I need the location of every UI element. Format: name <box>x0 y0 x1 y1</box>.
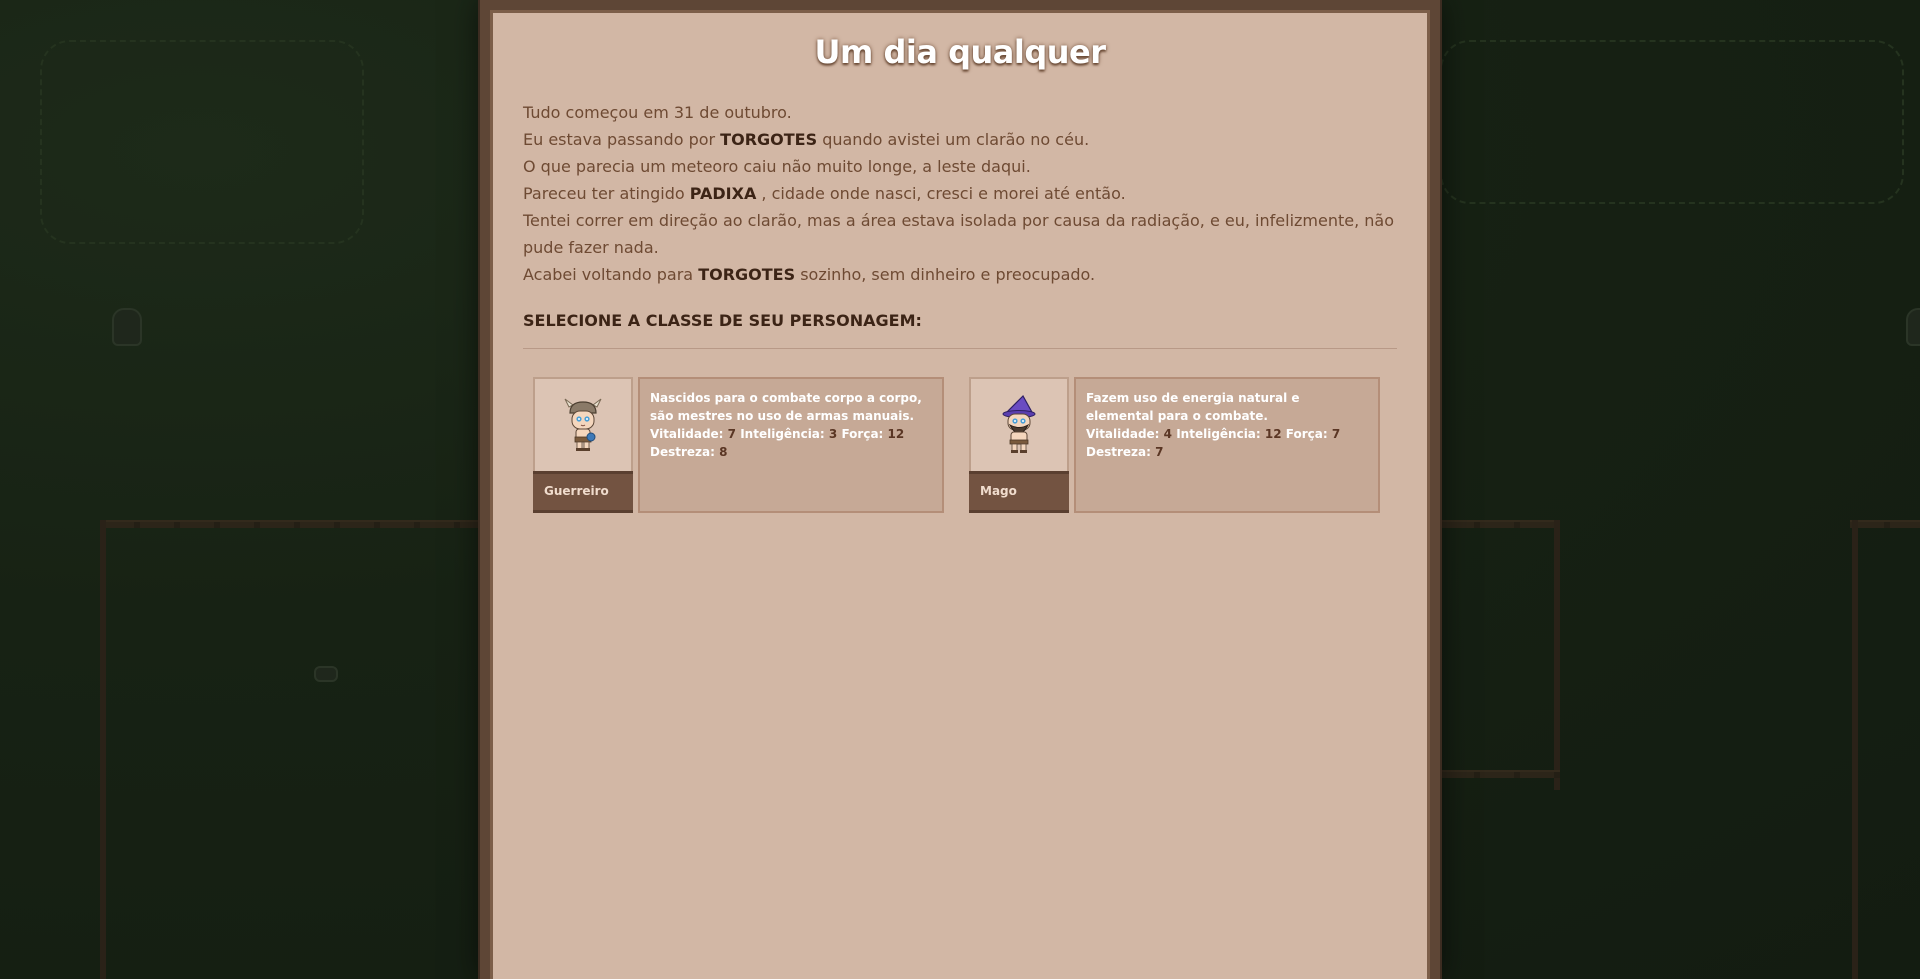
stat-vitality-value: 7 <box>727 427 737 441</box>
stat-intelligence-value: 12 <box>1264 427 1282 441</box>
stat-dexterity-value: 8 <box>719 445 728 459</box>
story-line: Tudo começou em 31 de outubro. <box>523 99 1397 126</box>
npc-figure <box>1906 308 1920 346</box>
select-class-heading: SELECIONE A CLASSE DE SEU PERSONAGEM: <box>523 311 922 330</box>
place-name: PADIXA <box>689 184 757 203</box>
fence <box>100 520 480 528</box>
stat-label: Destreza: <box>650 445 715 459</box>
class-name-label: Mago <box>969 471 1069 513</box>
story-line: O que parecia um meteoro caiu não muito … <box>523 153 1397 180</box>
stat-intelligence-value: 3 <box>828 427 838 441</box>
story-line-text: sozinho, sem dinheiro e preocupado. <box>795 265 1096 284</box>
story-line: Tentei correr em direção ao clarão, mas … <box>523 207 1397 261</box>
modal-content: Um dia qualquer Tudo começou em 31 de ou… <box>490 10 1430 979</box>
story-line: Eu estava passando por TORGOTES quando a… <box>523 126 1397 153</box>
class-name-label: Guerreiro <box>533 471 633 513</box>
divider <box>523 348 1397 349</box>
stat-label: Inteligência: <box>1176 427 1261 441</box>
story-line-text: quando avistei um clarão no céu. <box>817 130 1090 149</box>
stat-strength-value: 12 <box>887 427 905 441</box>
fence <box>1554 520 1560 790</box>
npc-figure <box>112 308 142 346</box>
story-line: Acabei voltando para TORGOTES sozinho, s… <box>523 261 1397 288</box>
stat-label: Vitalidade: <box>650 427 724 441</box>
select-warrior-button[interactable]: Guerreiro <box>533 377 633 513</box>
select-mage-button[interactable]: Mago <box>969 377 1069 513</box>
class-description: Fazem uso de energia natural e elemental… <box>1086 391 1300 423</box>
place-name: TORGOTES <box>720 130 818 149</box>
story-line-text: , cidade onde nasci, cresci e morei até … <box>756 184 1126 203</box>
stat-label: Vitalidade: <box>1086 427 1160 441</box>
grass-patch <box>40 40 364 244</box>
stat-label: Força: <box>1285 427 1328 441</box>
warrior-portrait <box>533 377 633 473</box>
fence <box>1440 520 1560 528</box>
story-text: Tudo começou em 31 de outubro. Eu estava… <box>523 99 1397 288</box>
fence <box>1850 520 1920 528</box>
warrior-sprite-icon <box>564 398 602 451</box>
mage-sprite-icon <box>1002 395 1036 453</box>
stat-label: Inteligência: <box>740 427 825 441</box>
stat-strength-value: 7 <box>1331 427 1341 441</box>
class-description: Nascidos para o combate corpo a corpo, s… <box>650 391 922 423</box>
story-line-text: Tudo começou em 31 de outubro. <box>523 103 792 122</box>
story-line-text: Tentei correr em direção ao clarão, mas … <box>523 211 1394 257</box>
class-description-box: Fazem uso de energia natural e elemental… <box>1074 377 1380 513</box>
class-description-box: Nascidos para o combate corpo a corpo, s… <box>638 377 944 513</box>
story-line-text: O que parecia um meteoro caiu não muito … <box>523 157 1031 176</box>
fence <box>1440 770 1560 778</box>
stat-dexterity-value: 7 <box>1155 445 1164 459</box>
fence <box>1852 520 1858 979</box>
stat-label: Força: <box>841 427 884 441</box>
story-line: Pareceu ter atingido PADIXA , cidade ond… <box>523 180 1397 207</box>
story-line-text: Eu estava passando por <box>523 130 721 149</box>
class-stats: Vitalidade: 7 Inteligência: 3 Força: 12 … <box>650 425 932 461</box>
grass-patch <box>1440 40 1904 204</box>
modal-title: Um dia qualquer <box>814 33 1107 71</box>
story-modal: Um dia qualquer Tudo começou em 31 de ou… <box>480 0 1440 979</box>
story-line-text: Pareceu ter atingido <box>523 184 690 203</box>
fence <box>100 520 106 979</box>
rock <box>314 666 338 682</box>
place-name: TORGOTES <box>698 265 796 284</box>
stat-label: Destreza: <box>1086 445 1151 459</box>
stat-vitality-value: 4 <box>1163 427 1173 441</box>
class-stats: Vitalidade: 4 Inteligência: 12 Força: 7 … <box>1086 425 1368 461</box>
mage-portrait <box>969 377 1069 473</box>
story-line-text: Acabei voltando para <box>523 265 699 284</box>
